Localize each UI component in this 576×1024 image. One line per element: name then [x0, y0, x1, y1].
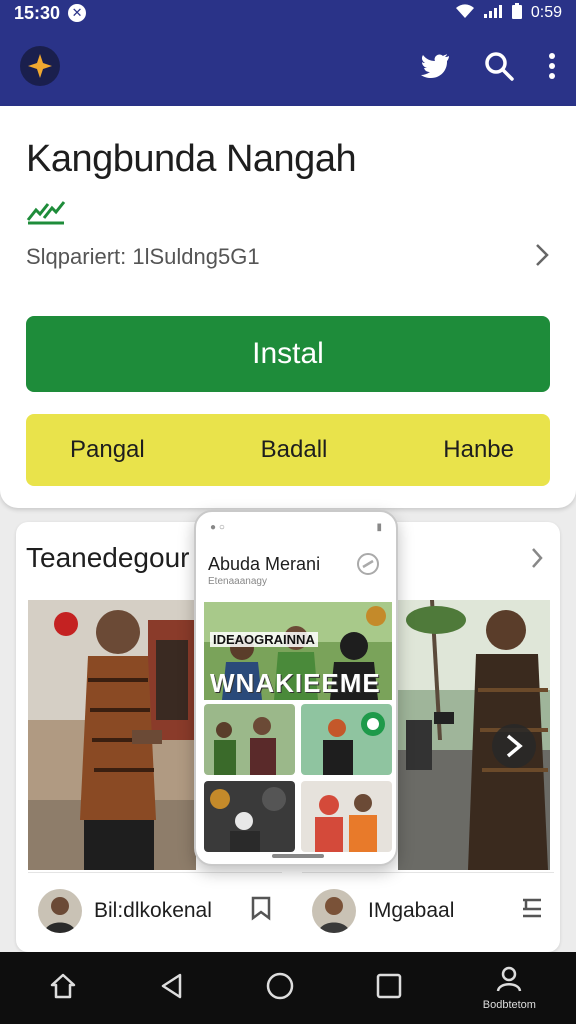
app-developer-row[interactable]: Slqpariert: 1lSuldng5G1 [26, 242, 550, 272]
app-logo-icon[interactable] [20, 46, 60, 86]
screenshot-photo-right[interactable] [398, 600, 550, 870]
chevron-right-icon[interactable] [530, 546, 544, 575]
overlay-thumb[interactable] [204, 704, 295, 775]
battery-icon [511, 2, 523, 25]
back-icon [158, 971, 186, 1006]
chip-pangal[interactable]: Pangal [70, 436, 145, 464]
status-right: 0:59 [455, 2, 562, 25]
nav-back[interactable] [158, 971, 186, 1006]
signal-icon [483, 3, 503, 24]
section-title: Teanedegour [26, 542, 190, 573]
search-icon[interactable] [484, 51, 514, 81]
nav-home[interactable] [48, 971, 78, 1006]
status-bar: 15:30 ✕ 0:59 [0, 0, 576, 26]
circle-icon [265, 971, 295, 1006]
status-time: 15:30 [14, 2, 61, 23]
user-card-left[interactable]: Bil:dlkokenal [28, 872, 282, 948]
phone-preview-overlay[interactable]: ● ○ ▮ Abuda Merani Etenaaanagy IDEAOGRAI… [194, 510, 398, 866]
nav-recent[interactable] [375, 972, 403, 1005]
app-title: Kangbunda Nangah [26, 138, 357, 180]
user-name: IMgabaal [368, 898, 455, 922]
nav-home-circle[interactable] [265, 971, 295, 1006]
overlay-banner-text-2: WNAKIEEME [210, 668, 381, 698]
refresh-icon[interactable] [356, 552, 380, 581]
nav-profile[interactable]: Bodbtetom [483, 966, 536, 1011]
avatar [312, 888, 356, 933]
overlay-banner[interactable]: IDEAOGRAINNA WNAKIEEME [204, 602, 392, 700]
user-name: Bil:dlkokenal [94, 898, 212, 922]
overlay-banner-text-1: IDEAOGRAINNA [210, 632, 318, 647]
overlay-grid [204, 704, 392, 852]
overlay-subtitle: Etenaaanagy [208, 576, 267, 587]
app-bar-actions [420, 51, 556, 81]
chip-badall[interactable]: Badall [261, 436, 328, 464]
trending-icon [26, 198, 66, 231]
action-chips: Pangal Badall Hanbe [26, 414, 550, 486]
overlay-title: Abuda Merani [208, 554, 321, 574]
list-icon[interactable] [520, 896, 544, 925]
app-info-card: Kangbunda Nangah Slqpariert: 1lSuldng5G1… [0, 106, 576, 508]
user-card-right[interactable]: IMgabaal [302, 872, 554, 948]
overlay-battery-icon: ▮ [376, 522, 382, 533]
app-bar [0, 26, 576, 106]
twitter-icon[interactable] [420, 53, 450, 79]
notification-icon: ✕ [68, 4, 87, 22]
overlay-thumb[interactable] [204, 781, 295, 852]
square-icon [375, 972, 403, 1005]
app-subtitle: Slqpariert: 1lSuldng5G1 [26, 244, 260, 269]
overlay-thumb[interactable] [301, 704, 392, 775]
overlay-thumb[interactable] [301, 781, 392, 852]
wifi-icon [455, 3, 475, 24]
bookmark-icon[interactable] [250, 895, 272, 926]
screenshot-photo-left[interactable] [28, 600, 196, 870]
install-button[interactable]: Instal [26, 316, 550, 392]
chevron-right-icon [534, 242, 550, 273]
more-icon[interactable] [548, 52, 556, 80]
nav-profile-label: Bodbtetom [482, 998, 536, 1011]
home-icon [48, 971, 78, 1006]
overlay-status-icon: ● ○ [210, 522, 225, 533]
bottom-nav: Bodbtetom [0, 952, 576, 1024]
person-icon [495, 966, 523, 997]
chip-hanbe[interactable]: Hanbe [443, 436, 514, 464]
status-right-text: 0:59 [530, 4, 562, 21]
overlay-handle[interactable] [272, 854, 324, 858]
avatar [38, 888, 82, 933]
